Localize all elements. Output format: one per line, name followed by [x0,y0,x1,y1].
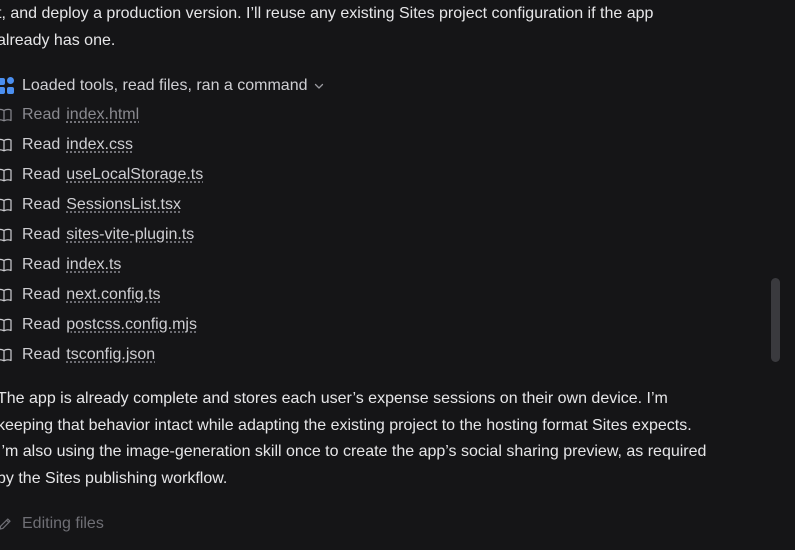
book-icon [0,258,12,272]
book-icon [0,318,12,332]
read-label: Read [22,256,61,273]
read-label: Read [22,136,61,153]
book-icon [0,138,12,152]
message-line: The app is already complete and stores e… [0,390,668,407]
read-label: Read [22,226,61,243]
read-files-list: Read index.html Read index.css Read useL… [0,100,203,370]
list-item: Read index.ts [0,250,203,280]
book-icon [0,108,12,122]
book-icon [0,198,12,212]
read-label: Read [22,286,61,303]
message-line: I’m also using the image-generation skil… [0,443,707,460]
read-label: Read [22,316,61,333]
chevron-down-icon[interactable] [314,81,324,91]
message-line: t, and deploy a production version. I’ll… [0,5,654,22]
tool-activity-label: Loaded tools, read files, ran a command [22,77,308,94]
scrollbar-thumb[interactable] [771,278,780,362]
list-item: Read index.css [0,130,203,160]
read-label: Read [22,166,61,183]
message-line: keeping that behavior intact while adapt… [0,416,692,434]
editing-status-label: Editing files [22,515,104,532]
file-link-index-css[interactable]: index.css [66,136,133,154]
editing-status: Editing files [0,512,104,536]
list-item: Read sites-vite-plugin.ts [0,220,203,250]
tool-activity-summary[interactable]: Loaded tools, read files, ran a command [0,74,324,98]
list-item: Read tsconfig.json [0,340,203,370]
list-item: Read postcss.config.mjs [0,310,203,340]
book-icon [0,168,12,182]
assistant-message-intro: t, and deploy a production version. I’ll… [0,1,789,54]
file-link-index-ts[interactable]: index.ts [66,256,121,274]
book-icon [0,288,12,302]
list-item: Read useLocalStorage.ts [0,160,203,190]
file-link-sites-vite-plugin-ts[interactable]: sites-vite-plugin.ts [66,226,194,244]
file-link-sessionslist-tsx[interactable]: SessionsList.tsx [66,196,181,214]
message-line: by the Sites publishing workflow. [0,469,228,487]
file-link-uselocalstorage-ts[interactable]: useLocalStorage.ts [66,166,203,184]
list-item: Read next.config.ts [0,280,203,310]
book-icon [0,228,12,242]
chat-transcript: t, and deploy a production version. I’ll… [0,0,795,550]
pencil-icon [0,518,11,530]
assistant-message: The app is already complete and stores e… [0,386,789,492]
list-item: Read index.html [0,100,203,130]
file-link-tsconfig-json[interactable]: tsconfig.json [66,346,155,364]
read-label: Read [22,346,61,363]
file-link-next-config-ts[interactable]: next.config.ts [66,286,160,304]
list-item: Read SessionsList.tsx [0,190,203,220]
read-label: Read [22,196,61,213]
book-icon [0,348,12,362]
file-link-postcss-config-mjs[interactable]: postcss.config.mjs [66,316,197,334]
read-label: Read [22,106,61,123]
tools-grid-icon [0,77,16,95]
message-line: already has one. [0,31,116,49]
file-link-index-html[interactable]: index.html [66,106,139,124]
